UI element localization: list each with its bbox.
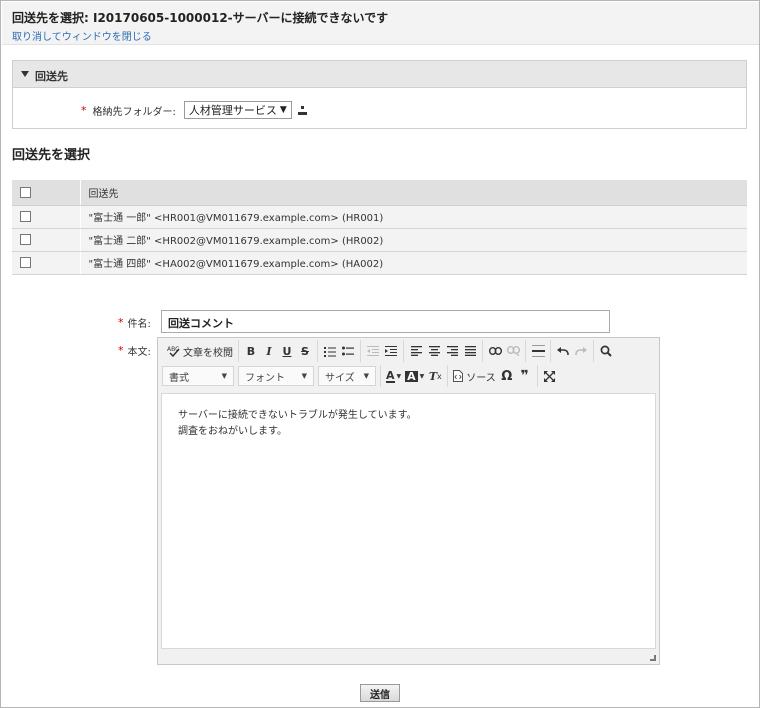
text-color-icon[interactable]: A ▼ — [384, 367, 403, 385]
search-icon[interactable] — [597, 342, 615, 360]
numbered-list-icon[interactable] — [321, 342, 339, 360]
subject-label: 件名: — [127, 319, 151, 330]
page-title: 回送先を選択: I20170605-1000012-サーバーに接続できないです — [12, 11, 389, 25]
align-right-icon[interactable] — [443, 342, 461, 360]
row-checkbox[interactable] — [20, 256, 31, 268]
collapse-triangle-icon[interactable] — [21, 71, 29, 77]
format-combo[interactable]: 書式 ▼ — [162, 366, 234, 386]
size-combo-label: サイズ — [325, 372, 355, 384]
bold-button[interactable]: B — [242, 342, 260, 360]
chevron-down-icon: ▼ — [363, 372, 369, 380]
bulleted-list-icon[interactable] — [339, 342, 357, 360]
redo-icon[interactable] — [572, 342, 590, 360]
subject-input[interactable]: 回送コメント — [161, 310, 610, 333]
body-label: 本文: — [127, 347, 151, 358]
format-combo-label: 書式 — [169, 372, 189, 384]
italic-button[interactable]: I — [260, 342, 278, 360]
align-left-icon[interactable] — [407, 342, 425, 360]
forward-destination-section: 回送先 * 格納先フォルダー: 人材管理サービス ▼ — [12, 60, 747, 129]
body-line: 調査をおねがいします。 — [178, 426, 287, 437]
outdent-icon[interactable] — [364, 342, 382, 360]
horizontal-rule-icon[interactable] — [529, 342, 547, 360]
chevron-down-icon: ▼ — [221, 372, 227, 380]
select-all-checkbox[interactable] — [20, 186, 31, 198]
cancel-close-link[interactable]: 取り消してウィンドウを閉じる — [12, 28, 152, 43]
table-header-row: 回送先 — [12, 180, 747, 206]
svg-text:ABC: ABC — [167, 346, 179, 353]
section-header[interactable]: 回送先 — [13, 61, 746, 88]
body-label-row: * 本文: — [118, 343, 151, 358]
special-char-icon[interactable]: Ω — [498, 367, 516, 385]
required-mark: * — [81, 103, 87, 117]
undo-icon[interactable] — [554, 342, 572, 360]
remove-format-icon[interactable]: Tx — [426, 367, 444, 385]
font-combo-label: フォント — [245, 372, 285, 384]
rich-text-editor: ABC 文章を校閲 B I U S 書式 ▼ フォント ▼ サイズ ▼ A ▼ … — [157, 337, 660, 665]
dialog-window: 回送先を選択: I20170605-1000012-サーバーに接続できないです … — [0, 0, 760, 708]
chevron-down-icon: ▼ — [279, 105, 287, 115]
folder-select[interactable]: 人材管理サービス ▼ — [183, 101, 292, 119]
select-all-cell — [12, 180, 81, 206]
source-icon — [453, 370, 464, 382]
table-row[interactable]: "富士通 二郎" <HR002@VM011679.example.com> (H… — [12, 228, 747, 252]
row-checkbox[interactable] — [20, 210, 31, 222]
background-color-icon[interactable]: A ▼ — [403, 367, 426, 385]
editor-toolbar: ABC 文章を校閲 B I U S 書式 ▼ フォント ▼ サイズ ▼ A ▼ … — [158, 338, 659, 392]
align-justify-icon[interactable] — [461, 342, 479, 360]
spellcheck-button[interactable]: ABC 文章を校閲 — [165, 342, 235, 360]
resize-handle-icon[interactable] — [650, 655, 656, 661]
maximize-icon[interactable] — [541, 367, 559, 385]
source-label: ソース — [466, 372, 496, 384]
column-header-recipient: 回送先 — [80, 180, 747, 206]
recipient-table: 回送先 "富士通 一郎" <HR001@VM011679.example.com… — [12, 180, 747, 275]
source-button[interactable]: ソース — [451, 367, 498, 385]
recipient-cell: "富士通 四郎" <HA002@VM011679.example.com> (H… — [80, 251, 747, 275]
select-recipient-heading: 回送先を選択 — [12, 148, 91, 163]
subject-label-row: * 件名: — [118, 315, 151, 330]
align-center-icon[interactable] — [425, 342, 443, 360]
section-title: 回送先 — [35, 70, 68, 83]
size-combo[interactable]: サイズ ▼ — [318, 366, 376, 386]
underline-button[interactable]: U — [278, 342, 296, 360]
folder-label: 格納先フォルダー: — [92, 106, 176, 118]
blockquote-icon[interactable]: ❞ — [516, 367, 534, 385]
row-checkbox[interactable] — [20, 233, 31, 245]
editor-content-area[interactable]: サーバーに接続できないトラブルが発生しています。 調査をおねがいします。 — [161, 393, 656, 649]
folder-tree-icon[interactable] — [297, 105, 308, 115]
spellcheck-icon: ABC — [167, 346, 180, 357]
required-mark: * — [118, 316, 124, 329]
recipient-cell: "富士通 二郎" <HR002@VM011679.example.com> (H… — [80, 228, 747, 252]
table-row[interactable]: "富士通 一郎" <HR001@VM011679.example.com> (H… — [12, 205, 747, 229]
recipient-cell: "富士通 一郎" <HR001@VM011679.example.com> (H… — [80, 205, 747, 229]
folder-select-value: 人材管理サービス — [188, 104, 277, 117]
dialog-header: 回送先を選択: I20170605-1000012-サーバーに接続できないです … — [2, 2, 759, 45]
spellcheck-label: 文章を校閲 — [183, 347, 233, 359]
link-icon[interactable] — [486, 342, 504, 360]
folder-row: * 格納先フォルダー: 人材管理サービス ▼ — [81, 101, 308, 119]
unlink-icon[interactable] — [504, 342, 522, 360]
required-mark: * — [118, 344, 124, 357]
strikethrough-button[interactable]: S — [296, 342, 314, 360]
table-row[interactable]: "富士通 四郎" <HA002@VM011679.example.com> (H… — [12, 251, 747, 275]
body-line: サーバーに接続できないトラブルが発生しています。 — [178, 410, 417, 421]
send-button[interactable]: 送信 — [360, 684, 400, 702]
font-combo[interactable]: フォント ▼ — [238, 366, 314, 386]
indent-icon[interactable] — [382, 342, 400, 360]
chevron-down-icon: ▼ — [301, 372, 307, 380]
